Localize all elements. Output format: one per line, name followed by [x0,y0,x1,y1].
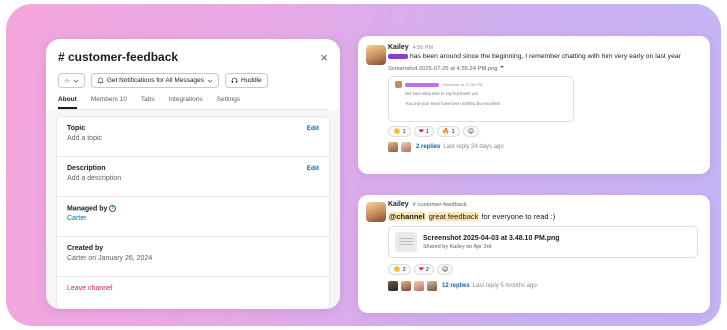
file-name: Screenshot 2025-04-03 at 3.48.10 PM.png [423,234,560,242]
managed-by-section: Managed by i Carter [57,197,329,237]
channel-details-panel: # customer-feedback × ☆ Get Notification… [46,39,340,309]
avatar[interactable] [366,202,386,222]
thread-replies[interactable]: 12 replies Last reply 5 months ago [388,281,700,292]
created-by-value: Carter on January 26, 2024 [67,255,153,262]
avatar [388,281,398,292]
add-reaction-icon[interactable]: ☺ [436,264,454,276]
panel-tabs: About Members 10 Tabs Integrations Setti… [58,96,328,110]
screenshot-preview[interactable]: Yesterday at 10:36 PM Not sure what else… [388,76,574,123]
tab-settings[interactable]: Settings [217,96,241,109]
reactions: 👏 1 ❤ 1 🔥 1 ☺ [388,126,700,138]
reply-count[interactable]: 2 replies [416,144,440,150]
reactions: 👏 2 ❤ 2 ☺ [388,264,700,276]
message-time[interactable]: 4:56 PM [413,45,433,51]
sender-name[interactable]: Kailey [388,201,409,208]
avatar[interactable] [366,45,386,65]
preview-text: You and your team have been nothing but … [405,101,501,107]
redacted-name [405,82,439,87]
message-text: has been around since the beginning, I r… [388,53,700,61]
notifications-button[interactable]: Get Notifications for All Messages [90,73,220,88]
avatar [388,142,398,153]
star-button[interactable]: ☆ [58,73,85,88]
close-icon[interactable]: × [320,51,328,64]
reaction-heart[interactable]: ❤ 2 [413,264,434,276]
star-icon: ☆ [64,77,70,85]
file-attachment-label[interactable]: Screenshot 2025-07-25 at 4.55.24 PM.png [388,64,700,72]
description-section: Description Add a description Edit [57,157,329,197]
chevron-down-icon [500,66,505,69]
notifications-label: Get Notifications for All Messages [106,77,205,84]
topic-value: Add a topic [67,135,103,142]
huddle-button[interactable]: Huddle [225,73,268,88]
manager-link[interactable]: Carter [67,215,319,222]
highlighted-text: great feedback [427,212,480,221]
managed-by-label: Managed by [67,205,108,213]
gradient-background: # customer-feedback × ☆ Get Notification… [6,4,721,326]
last-reply-time: Last reply 24 days ago [443,144,504,151]
tab-tabs[interactable]: Tabs [141,96,155,109]
tab-integrations[interactable]: Integrations [169,96,203,109]
leave-section: Leave channel [57,277,329,309]
created-by-label: Created by [67,245,104,252]
bell-icon [97,77,104,84]
created-by-section: Created by Carter on January 26, 2024 [57,237,329,277]
tab-about[interactable]: About [58,96,77,109]
chevron-down-icon [73,79,79,83]
reaction-fire[interactable]: 🔥 1 [436,126,460,138]
about-section: Topic Add a topic Edit Description Add a… [46,110,340,309]
huddle-label: Huddle [241,77,262,84]
sender-name[interactable]: Kailey [388,44,409,51]
file-thumbnail-icon [395,232,417,253]
message-card: Kailey # customer-feedback @channel grea… [358,195,710,313]
headphones-icon [231,77,238,83]
tab-members[interactable]: Members 10 [91,96,127,109]
redacted-mention [388,53,408,59]
message-card: Kailey 4:56 PM has been around since the… [358,36,710,174]
reply-count[interactable]: 12 replies [442,283,470,289]
leave-channel-button[interactable]: Leave channel [67,285,319,292]
avatar [414,281,424,292]
reaction-clap[interactable]: 👏 1 [388,126,411,138]
edit-topic-button[interactable]: Edit [307,125,319,132]
message-text: @channel great feedback for everyone to … [388,212,556,221]
reaction-heart[interactable]: ❤ 1 [413,126,434,138]
preview-text: Not sure what else to say but thank you [405,91,479,97]
topic-label: Topic [67,125,86,132]
avatar [427,281,437,292]
about-card: Topic Add a topic Edit Description Add a… [56,116,330,309]
channel-mention[interactable]: @channel [388,212,426,221]
file-attachment-card[interactable]: Screenshot 2025-04-03 at 3.48.10 PM.png … [388,226,698,259]
panel-header: # customer-feedback × ☆ Get Notification… [46,39,340,110]
add-reaction-icon[interactable]: ☺ [462,126,479,138]
description-value: Add a description [67,175,122,182]
channel-tag[interactable]: # customer-feedback [413,202,467,208]
info-icon[interactable]: i [109,205,117,212]
description-label: Description [67,165,106,172]
avatar [395,81,402,89]
avatar [401,281,411,292]
reaction-clap[interactable]: 👏 2 [388,264,411,276]
thread-replies[interactable]: 2 replies Last reply 24 days ago [388,142,700,153]
avatar [401,142,411,153]
file-shared-by: Shared by Kailey on Apr 3rd [423,243,492,250]
preview-time: Yesterday at 10:36 PM [442,82,483,88]
last-reply-time: Last reply 5 months ago [472,283,537,290]
topic-section: Topic Add a topic Edit [57,117,329,157]
channel-title: # customer-feedback [58,50,179,64]
chevron-down-icon [207,79,213,83]
edit-description-button[interactable]: Edit [307,165,319,172]
